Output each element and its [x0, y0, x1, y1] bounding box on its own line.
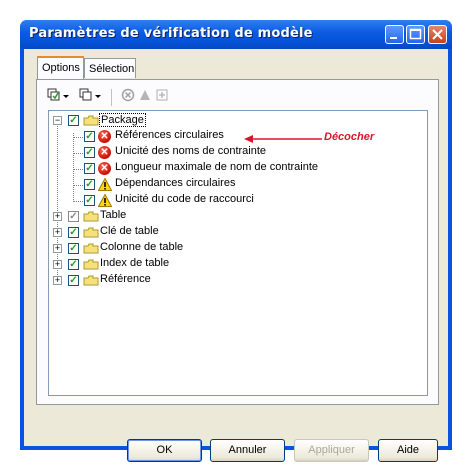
expand-toggle[interactable]: + [53, 260, 62, 269]
dialog-window: Paramètres de vérification de modèle Opt… [20, 20, 452, 462]
warning-filter-button[interactable] [138, 88, 152, 106]
deselect-icon [79, 88, 92, 101]
tree-node-label: Référence [100, 273, 151, 285]
dropdown-arrow-icon [95, 95, 101, 98]
tree-node-rule[interactable]: ✓ ✕ Unicité des noms de contrainte [49, 145, 349, 161]
tree-line [73, 153, 83, 154]
tree-node-label: Dépendances circulaires [115, 177, 236, 189]
warning-icon [140, 90, 150, 100]
tree-line [73, 201, 83, 202]
error-filter-button[interactable] [121, 88, 135, 106]
folder-icon [83, 227, 99, 238]
error-icon: ✕ [98, 162, 111, 175]
tree-node-table-index[interactable]: + ✓ Index de table [49, 257, 349, 273]
tree-node-table[interactable]: + ✓ Table [49, 209, 349, 225]
cancel-button[interactable]: Annuler [210, 439, 285, 462]
folder-icon [83, 211, 99, 222]
checkbox[interactable]: ✓ [68, 227, 79, 238]
warning-icon [98, 178, 112, 191]
tree-node-label: Unicité des noms de contrainte [115, 145, 267, 157]
checkbox[interactable]: ✓ [84, 179, 95, 190]
folder-icon [83, 243, 99, 254]
apply-button[interactable]: Appliquer [294, 439, 369, 462]
checkbox[interactable]: ✓ [68, 115, 79, 126]
dialog-client: Options Sélection − ✓ Package ✓ ✕ Référe… [24, 49, 448, 462]
tree-node-label: Colonne de table [100, 241, 184, 253]
expand-toggle[interactable]: + [53, 244, 62, 253]
tree-line [73, 169, 83, 170]
warning-icon [98, 194, 112, 207]
minimize-button[interactable] [385, 25, 404, 44]
tree-node-package[interactable]: − ✓ Package [49, 113, 349, 129]
checkbox[interactable]: ✓ [68, 275, 79, 286]
checkbox[interactable]: ✓ [68, 211, 79, 222]
minimize-icon [390, 37, 397, 39]
tab-options[interactable]: Options [37, 56, 84, 79]
help-button[interactable]: Aide [378, 439, 438, 462]
folder-icon [83, 115, 99, 126]
select-all-button[interactable] [47, 88, 61, 106]
ok-button[interactable]: OK [127, 439, 202, 462]
checkbox[interactable]: ✓ [84, 131, 95, 142]
tree-node-rule[interactable]: ✓ Unicité du code de raccourci [49, 193, 349, 209]
error-icon: ✕ [98, 130, 111, 143]
checkbox[interactable]: ✓ [68, 259, 79, 270]
tree-node-table-key[interactable]: + ✓ Clé de table [49, 225, 349, 241]
check-tree[interactable]: − ✓ Package ✓ ✕ Références circulaires ✓… [48, 110, 428, 396]
folder-icon [83, 259, 99, 270]
checkbox[interactable]: ✓ [84, 147, 95, 158]
annotation-label: Décocher [324, 131, 375, 143]
select-all-icon [47, 88, 60, 101]
deselect-button[interactable] [79, 88, 93, 106]
tree-node-rule[interactable]: ✓ ✕ Longueur maximale de nom de contrain… [49, 161, 349, 177]
checkbox[interactable]: ✓ [68, 243, 79, 254]
checkbox[interactable]: ✓ [84, 163, 95, 174]
tree-node-label: Table [100, 209, 127, 221]
tree-node-label: Longueur maximale de nom de contrainte [115, 161, 319, 173]
tree-node-label: Clé de table [100, 225, 159, 237]
tree-line [73, 137, 83, 138]
title-bar[interactable]: Paramètres de vérification de modèle [20, 20, 452, 49]
error-icon [121, 88, 135, 102]
tree-node-label: Unicité du code de raccourci [115, 193, 254, 205]
tree-node-label: Package [99, 113, 146, 127]
tree-node-reference[interactable]: + ✓ Référence [49, 273, 349, 289]
expand-toggle[interactable]: + [53, 228, 62, 237]
annotation-arrow-icon [244, 135, 322, 143]
expand-toggle[interactable]: + [53, 276, 62, 285]
deselect-dropdown[interactable] [95, 91, 102, 109]
toolbar-separator [111, 89, 112, 106]
window-title: Paramètres de vérification de modèle [29, 26, 313, 41]
collapse-toggle[interactable]: − [53, 116, 62, 125]
error-icon: ✕ [98, 146, 111, 159]
maximize-icon [409, 28, 422, 40]
folder-icon [83, 275, 99, 286]
tree-node-label: Références circulaires [115, 129, 224, 141]
tree-node-rule[interactable]: ✓ Dépendances circulaires [49, 177, 349, 193]
close-icon [432, 29, 443, 40]
options-panel: − ✓ Package ✓ ✕ Références circulaires ✓… [36, 79, 439, 405]
tree-node-table-column[interactable]: + ✓ Colonne de table [49, 241, 349, 257]
checkbox[interactable]: ✓ [84, 195, 95, 206]
tree-node-label: Index de table [100, 257, 170, 269]
dropdown-arrow-icon [63, 95, 69, 98]
select-all-dropdown[interactable] [63, 91, 70, 109]
tab-selection[interactable]: Sélection [84, 58, 136, 78]
close-button[interactable] [428, 25, 447, 44]
expand-toggle[interactable]: + [53, 212, 62, 221]
tree-line [73, 185, 83, 186]
add-icon [156, 89, 168, 101]
add-button[interactable] [155, 88, 169, 106]
maximize-button[interactable] [406, 25, 425, 44]
